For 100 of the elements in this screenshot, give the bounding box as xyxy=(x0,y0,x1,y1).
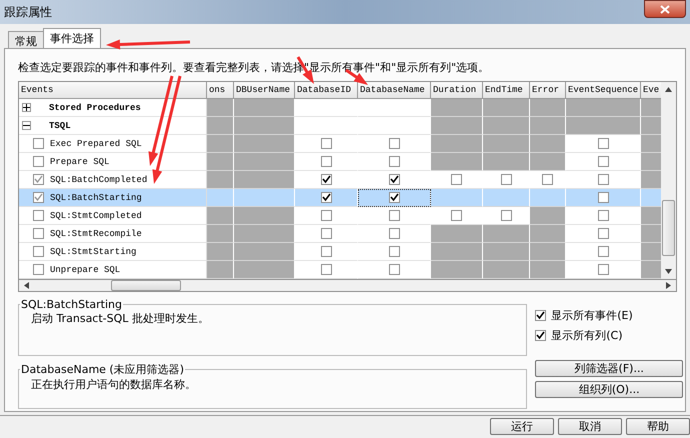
minus-icon xyxy=(23,122,30,129)
side-button[interactable]: 列筛选器(F)... xyxy=(535,360,684,377)
event-name: SQL:StmtCompleted xyxy=(50,210,142,220)
column-checkbox[interactable] xyxy=(388,138,400,149)
column-checkbox[interactable] xyxy=(320,174,332,185)
column-checkbox[interactable] xyxy=(388,246,400,257)
group-title: DatabaseName (未应用筛选器) xyxy=(20,362,186,377)
column-checkbox[interactable] xyxy=(320,210,332,221)
column-checkbox[interactable] xyxy=(598,174,608,185)
close-icon xyxy=(660,4,670,14)
vertical-scrollbar[interactable] xyxy=(661,82,676,279)
column-checkbox[interactable] xyxy=(320,228,332,239)
expand-toggle[interactable] xyxy=(22,103,31,112)
unavailable-cell xyxy=(431,99,483,117)
column-header[interactable]: EventSequence xyxy=(566,82,641,99)
window-title: 跟踪属性 xyxy=(4,4,52,20)
column-checkbox[interactable] xyxy=(320,156,332,167)
group-title: SQL:BatchStarting xyxy=(20,298,123,311)
footer-button[interactable]: 取消 xyxy=(558,418,622,435)
event-checkbox[interactable] xyxy=(33,156,44,167)
unavailable-cell xyxy=(483,243,530,261)
column-header[interactable]: Eve xyxy=(641,82,662,99)
close-button[interactable] xyxy=(644,0,686,18)
column-checkbox[interactable] xyxy=(451,210,462,221)
up-arrow-icon xyxy=(665,87,672,92)
event-name: Exec Prepared SQL xyxy=(50,138,142,148)
event-checkbox[interactable] xyxy=(33,138,44,149)
column-description: 正在执行用户语句的数据库名称。 xyxy=(30,377,197,392)
column-checkbox[interactable] xyxy=(598,264,608,275)
event-name: Unprepare SQL xyxy=(50,264,120,274)
option-label: 显示所有列(C) xyxy=(551,328,622,343)
side-button[interactable]: 组织列(O)... xyxy=(535,381,684,398)
unavailable-cell xyxy=(483,135,530,153)
event-checkbox[interactable] xyxy=(33,264,44,275)
column-checkbox[interactable] xyxy=(388,192,400,203)
column-checkbox[interactable] xyxy=(451,174,462,185)
column-checkbox[interactable] xyxy=(320,264,332,275)
footer-button[interactable]: 运行 xyxy=(490,418,554,435)
column-checkbox[interactable] xyxy=(388,174,400,185)
column-checkbox[interactable] xyxy=(598,246,608,257)
plus-icon xyxy=(23,104,30,111)
column-checkbox[interactable] xyxy=(320,246,332,257)
unavailable-cell xyxy=(483,99,530,117)
column-checkbox[interactable] xyxy=(542,174,553,185)
column-checkbox[interactable] xyxy=(598,138,608,149)
column-checkbox[interactable] xyxy=(388,156,400,167)
column-header[interactable]: Duration xyxy=(431,82,483,99)
column-checkbox[interactable] xyxy=(320,138,332,149)
column-checkbox[interactable] xyxy=(598,228,608,239)
event-name: SQL:BatchCompleted xyxy=(50,174,148,184)
column-checkbox[interactable] xyxy=(388,264,400,275)
horizontal-scrollbar[interactable] xyxy=(18,280,677,292)
unavailable-cell xyxy=(234,99,295,117)
scroll-thumb[interactable] xyxy=(111,280,181,291)
checkmark-icon xyxy=(536,311,546,320)
column-header[interactable]: DatabaseID xyxy=(295,82,358,99)
column-checkbox[interactable] xyxy=(388,210,400,221)
unavailable-cell xyxy=(431,117,483,135)
column-checkbox[interactable] xyxy=(500,174,512,185)
event-name: Prepare SQL xyxy=(50,156,110,166)
unavailable-cell xyxy=(641,99,662,117)
event-checkbox[interactable] xyxy=(33,192,44,203)
tab[interactable]: 事件选择 xyxy=(43,28,101,48)
footer-button[interactable]: 帮助 xyxy=(626,418,690,435)
column-header[interactable]: DBUserName xyxy=(234,82,295,99)
right-arrow-icon xyxy=(666,282,671,289)
scroll-thumb[interactable] xyxy=(662,200,675,256)
column-checkbox[interactable] xyxy=(388,228,400,239)
column-checkbox[interactable] xyxy=(598,210,608,221)
column-checkbox[interactable] xyxy=(598,192,608,203)
category-label: Stored Procedures xyxy=(49,102,141,112)
column-checkbox[interactable] xyxy=(598,156,608,167)
event-checkbox[interactable] xyxy=(33,210,44,221)
column-header[interactable]: EndTime xyxy=(483,82,530,99)
option-checkbox[interactable] xyxy=(535,310,546,321)
column-header[interactable]: Events xyxy=(19,82,207,99)
column-header[interactable]: Error xyxy=(530,82,566,99)
column-header[interactable]: DatabaseName xyxy=(358,82,431,99)
unavailable-cell xyxy=(530,117,566,135)
down-arrow-icon xyxy=(665,269,672,274)
column-checkbox[interactable] xyxy=(320,192,332,203)
event-checkbox[interactable] xyxy=(33,246,44,257)
event-description: 启动 Transact-SQL 批处理时发生。 xyxy=(30,311,210,326)
tab[interactable]: 常规 xyxy=(8,31,44,48)
option-checkbox[interactable] xyxy=(535,330,546,341)
column-checkbox[interactable] xyxy=(500,210,512,221)
checkmark-icon xyxy=(536,331,546,340)
expand-toggle[interactable] xyxy=(22,121,31,130)
event-name: SQL:StmtRecompile xyxy=(50,228,142,238)
unavailable-cell xyxy=(641,117,662,135)
event-name: SQL:StmtStarting xyxy=(50,246,136,256)
unavailable-cell xyxy=(483,117,530,135)
unavailable-cell xyxy=(530,99,566,117)
option-label: 显示所有事件(E) xyxy=(551,308,633,323)
unavailable-cell xyxy=(234,117,295,135)
column-header[interactable]: ons xyxy=(207,82,234,99)
event-checkbox[interactable] xyxy=(33,174,44,185)
event-checkbox[interactable] xyxy=(33,228,44,239)
left-arrow-icon xyxy=(24,282,29,289)
category-label: TSQL xyxy=(49,120,71,130)
